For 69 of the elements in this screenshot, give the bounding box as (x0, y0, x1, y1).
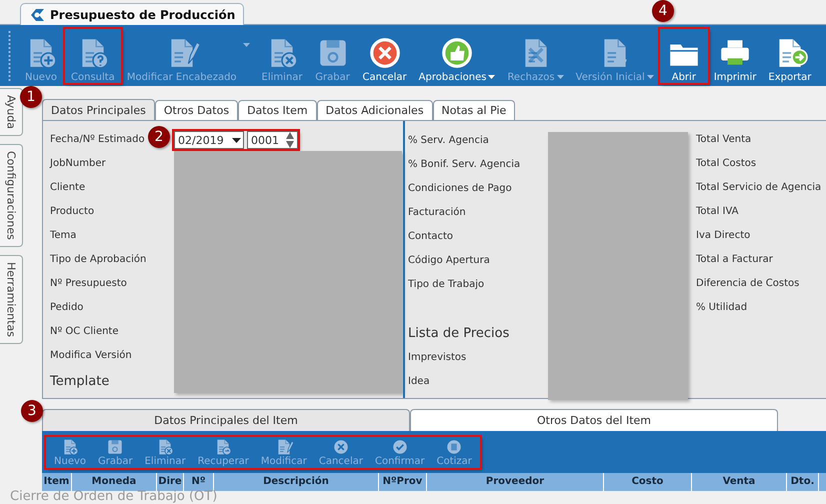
column-header[interactable]: Venta (692, 473, 787, 491)
field-label: Código Apertura (408, 254, 490, 268)
app-logo-icon (29, 8, 45, 22)
tab[interactable]: Notas al Pie (432, 100, 516, 120)
field-label: Condiciones de Pago (408, 182, 512, 196)
grip-icon (8, 30, 11, 80)
period-dropdown[interactable]: 02/2019 (174, 131, 244, 149)
side-tab[interactable]: Herramientas (0, 254, 23, 344)
field-label: Tipo de Trabajo (408, 278, 484, 292)
tab[interactable]: Datos Principales del Item (42, 409, 410, 431)
background-text: Cierre de Orden de Trabajo (OT) (10, 489, 218, 504)
column-header[interactable]: Costo (604, 473, 692, 491)
field-label: Cliente (50, 181, 86, 195)
tab[interactable]: Datos Item (238, 100, 317, 120)
column-header[interactable]: Moneda (72, 473, 157, 491)
column-header[interactable]: NºProv (379, 473, 427, 491)
field-label: Modifica Versión (50, 349, 132, 363)
toolbar-button[interactable]: Imprimir (708, 28, 762, 82)
column-header[interactable]: Descripción (214, 473, 379, 491)
toolbar-button[interactable]: Abrir (660, 28, 708, 82)
caret-icon (232, 138, 241, 142)
window-tab[interactable]: Presupuesto de Producción (20, 3, 244, 25)
side-tab[interactable]: Ayuda (0, 88, 23, 136)
total-label: Iva Directo (696, 229, 750, 243)
toolbar-icon (445, 438, 464, 456)
total-label: Total Servicio de Agencia (696, 181, 822, 195)
field-label: Facturación (408, 206, 466, 220)
toolbar-button[interactable]: Cancelar (356, 28, 413, 82)
column-header[interactable]: Dto. (787, 473, 819, 491)
callout-badge: 1 (20, 86, 42, 108)
field-label: % Serv. Agencia (408, 134, 489, 148)
tab[interactable]: Otros Datos del Item (410, 409, 778, 431)
field-label: Template (50, 373, 110, 391)
toolbar-button[interactable]: Exportar (762, 28, 818, 82)
field-label: Fecha/Nº Estimado (50, 133, 145, 147)
side-tab[interactable]: Configuraciones (0, 144, 23, 247)
total-label: Diferencia de Costos (696, 277, 800, 291)
total-label: % Utilidad (696, 301, 748, 315)
tab[interactable]: Otros Datos (154, 100, 238, 120)
field-label: Tema (50, 229, 76, 243)
field-label: Contacto (408, 230, 454, 244)
spinner-arrows-icon (285, 131, 295, 149)
section-heading: Lista de Precios (408, 325, 510, 343)
toolbar-icon (390, 438, 409, 456)
window-title: Presupuesto de Producción (50, 8, 236, 22)
field-label: Pedido (50, 301, 84, 315)
field-label: Idea (408, 375, 430, 389)
number-spinner[interactable]: 0001 (247, 131, 298, 149)
total-label: Total IVA (696, 205, 739, 219)
total-label: Total a Facturar (696, 253, 773, 267)
column-header[interactable]: Item (42, 473, 72, 491)
field-label: JobNumber (50, 157, 106, 171)
field-label: % Bonif. Serv. Agencia (408, 158, 520, 172)
total-label: Total Venta (696, 133, 752, 147)
field-label: Tipo de Aprobación (50, 253, 146, 267)
field-label: Nº OC Cliente (50, 325, 119, 339)
toolbar-button[interactable]: Aprobaciones (412, 28, 502, 82)
column-header[interactable]: Nº (184, 473, 214, 491)
column-header[interactable]: Dire (157, 473, 184, 491)
toolbar-icon (332, 438, 350, 456)
column-header[interactable]: Proveedor (427, 473, 604, 491)
tab[interactable]: Datos Adicionales (316, 100, 433, 120)
tab[interactable]: Datos Principales (42, 99, 155, 120)
total-label: Total Costos (696, 157, 756, 171)
field-label: Nº Presupuesto (50, 277, 127, 291)
field-label: Imprevistos (408, 351, 466, 365)
toolbar-icon (106, 438, 124, 456)
field-label: Producto (50, 205, 94, 219)
callout-badge: 3 (21, 400, 43, 422)
